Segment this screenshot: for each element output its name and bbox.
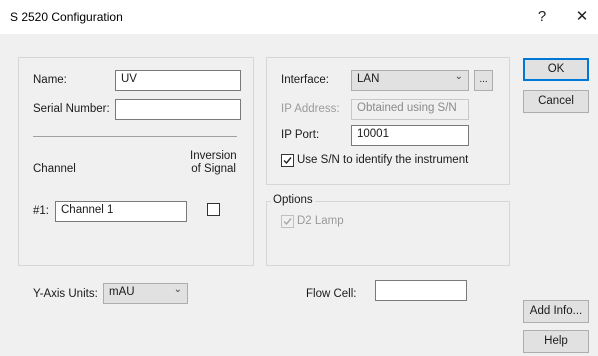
interface-label: Interface: (281, 74, 329, 86)
ip-port-label: IP Port: (281, 129, 320, 141)
cancel-button[interactable]: Cancel (523, 90, 589, 113)
inversion-checkbox[interactable] (207, 203, 220, 216)
window-title: S 2520 Configuration (10, 10, 123, 24)
title-bar: S 2520 Configuration ? ✕ (0, 0, 598, 34)
use-sn-label: Use S/N to identify the instrument (297, 154, 469, 166)
y-axis-units-label: Y-Axis Units: (33, 288, 98, 300)
serial-number-label: Serial Number: (33, 103, 110, 115)
y-axis-units-value: mAU (109, 286, 135, 298)
d2-lamp-label: D2 Lamp (297, 215, 344, 227)
y-axis-units-select[interactable]: mAU ⌄ (103, 283, 188, 304)
interface-select[interactable]: LAN ⌄ (351, 70, 469, 91)
name-label: Name: (33, 74, 67, 86)
flow-cell-label: Flow Cell: (306, 288, 357, 300)
interface-value: LAN (357, 73, 380, 85)
divider (33, 136, 237, 137)
inversion-header-line1: Inversion (190, 150, 237, 162)
d2-lamp-checkbox (281, 215, 294, 228)
add-info-button[interactable]: Add Info... (523, 300, 589, 323)
close-icon[interactable]: ✕ (570, 6, 594, 28)
ip-address-input: Obtained using S/N (351, 99, 469, 120)
channel-1-input[interactable]: Channel 1 (55, 201, 187, 222)
ip-port-input[interactable]: 10001 (351, 125, 469, 146)
options-group (266, 201, 510, 266)
channel-header: Channel (33, 163, 76, 175)
chevron-down-icon: ⌄ (173, 284, 182, 295)
use-sn-checkbox[interactable] (281, 154, 294, 167)
help-icon[interactable]: ? (530, 6, 554, 28)
ok-button[interactable]: OK (523, 58, 589, 81)
ip-address-label: IP Address: (281, 103, 340, 115)
help-button[interactable]: Help (523, 330, 589, 353)
checkmark-icon (283, 157, 292, 165)
checkmark-icon (283, 218, 292, 226)
chevron-down-icon: ⌄ (454, 71, 463, 82)
browse-button[interactable]: ... (474, 70, 493, 91)
channel-1-label: #1: (33, 205, 49, 217)
configuration-dialog: S 2520 Configuration ? ✕ Name: UV Serial… (0, 0, 598, 356)
options-legend: Options (271, 194, 315, 206)
serial-number-input[interactable] (115, 99, 241, 120)
inversion-header-line2: of Signal (191, 163, 236, 175)
name-input[interactable]: UV (115, 70, 241, 91)
flow-cell-input[interactable] (375, 280, 467, 301)
